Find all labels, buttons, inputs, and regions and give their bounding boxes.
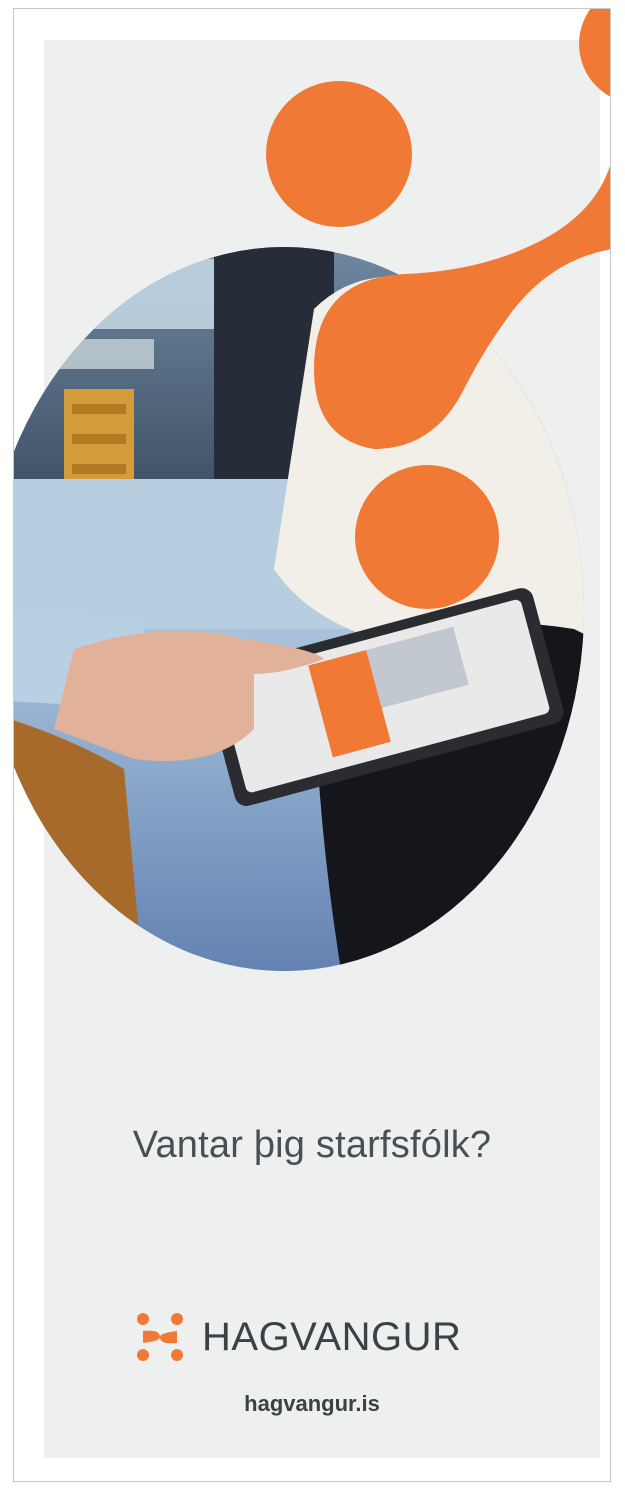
- hagvangur-network-logo-icon: [137, 1313, 183, 1361]
- office-photo: [14, 247, 584, 971]
- website-link[interactable]: hagvangur.is: [14, 1391, 610, 1417]
- brand-name: HAGVANGUR: [202, 1314, 462, 1359]
- hero-artwork: [14, 9, 610, 971]
- poster-tagline: Vantar þig starfsfólk?: [132, 1124, 492, 1166]
- poster-frame: Vantar þig starfsfólk? HAGVANGUR hagvang…: [13, 8, 611, 1482]
- brand-logo[interactable]: HAGVANGUR: [132, 1309, 461, 1365]
